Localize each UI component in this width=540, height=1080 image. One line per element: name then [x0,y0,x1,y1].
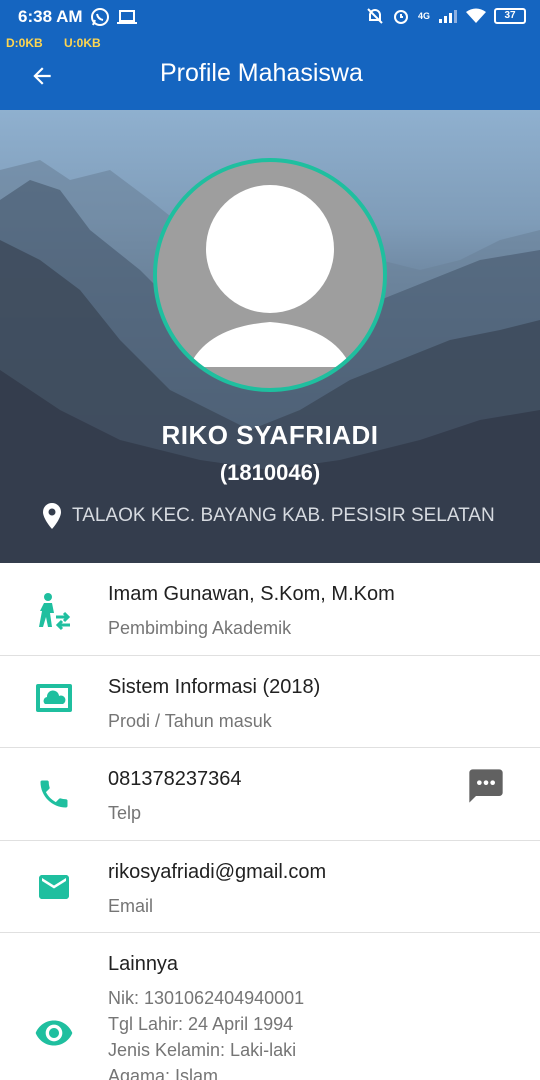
mute-icon [367,8,383,24]
arrow-back-icon [33,67,51,85]
location-pin-icon [43,503,61,529]
phone-label: Telp [108,803,142,823]
phone-icon [40,780,68,808]
advisor-name: Imam Gunawan, S.Kom, M.Kom [108,583,395,605]
other-details: Nik: 1301062404940001 Tgl Lahir: 24 Apri… [108,985,304,1080]
network-speed-bar: D:0KB U:0KB [0,34,540,52]
list-item-advisor[interactable]: Imam Gunawan, S.Kom, M.Kom Pembimbing Ak… [0,563,540,656]
whatsapp-icon [91,8,109,26]
status-bar: 6:38 AM 4G 37 [0,0,540,34]
network-label: 4G [417,11,430,21]
download-speed: D:0KB [6,36,43,50]
detail-religion: Agama: Islam [108,1066,219,1080]
advisor-icon [39,593,71,631]
status-time: 6:38 AM [18,7,83,26]
program-label: Prodi / Tahun masuk [108,711,272,731]
chat-icon [469,769,503,803]
page-title: Profile Mahasiswa [160,59,363,87]
phone-number: 081378237364 [108,768,242,790]
list-item-email[interactable]: rikosyafriadi@gmail.com Email [0,841,540,933]
other-title: Lainnya [108,953,179,975]
wifi-icon [466,8,486,23]
laptop-icon [117,10,137,24]
detail-nik: Nik: 1301062404940001 [108,988,305,1008]
eye-icon [35,1020,73,1046]
upload-speed: U:0KB [64,36,101,50]
advisor-label: Pembimbing Akademik [108,618,292,638]
alarm-icon [393,10,408,24]
student-address: TALAOK KEC. BAYANG KAB. PESISIR SELATAN [72,505,495,526]
email-icon [39,875,69,899]
message-button[interactable] [466,766,506,806]
detail-birthdate: Tgl Lahir: 24 April 1994 [108,1014,294,1034]
profile-info-list: Imam Gunawan, S.Kom, M.Kom Pembimbing Ak… [0,563,540,1080]
avatar [153,158,387,392]
detail-gender: Jenis Kelamin: Laki-laki [108,1040,297,1060]
profile-header: RIKO SYAFRIADI (1810046) TALAOK KEC. BAY… [0,110,540,563]
back-button[interactable] [22,56,62,96]
battery-icon: 37 [494,8,526,24]
list-item-program[interactable]: Sistem Informasi (2018) Prodi / Tahun ma… [0,656,540,748]
address-row: TALAOK KEC. BAYANG KAB. PESISIR SELATAN [40,502,520,530]
student-name: RIKO SYAFRIADI [161,420,379,450]
list-item-other[interactable]: Lainnya Nik: 1301062404940001 Tgl Lahir:… [0,933,540,1080]
student-nim: (1810046) [219,460,321,485]
person-placeholder-icon [189,185,351,367]
email-label: Email [108,896,154,916]
program-name: Sistem Informasi (2018) [108,676,321,698]
program-icon [36,684,72,712]
signal-icon [439,10,457,23]
email-address: rikosyafriadi@gmail.com [108,861,327,883]
list-item-phone[interactable]: 081378237364 Telp [0,748,540,841]
app-bar: Profile Mahasiswa [0,52,540,110]
